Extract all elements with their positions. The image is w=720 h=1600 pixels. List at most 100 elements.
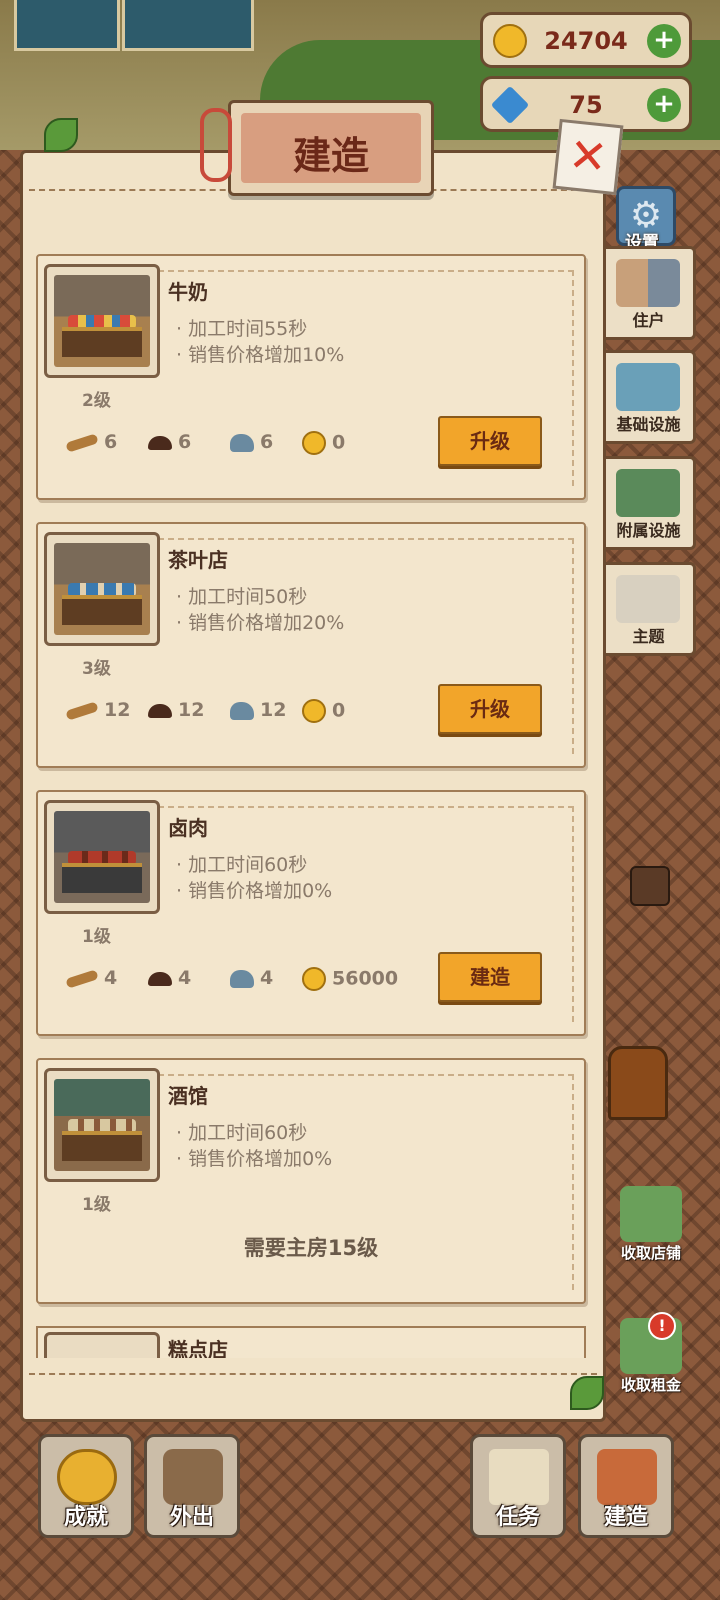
building-stat: · 加工时间55秒 bbox=[176, 318, 308, 340]
residents-label: 住户 bbox=[632, 311, 665, 330]
theme-label: 主题 bbox=[632, 627, 665, 646]
building-thumbnail bbox=[44, 1068, 160, 1182]
traveler-icon bbox=[163, 1449, 223, 1505]
coin-cost: 0 bbox=[302, 431, 345, 457]
basic-facilities-button[interactable]: 基础设施 bbox=[604, 350, 696, 444]
residents-button[interactable]: 住户 bbox=[604, 246, 696, 340]
upgrade-button[interactable]: 升级 bbox=[438, 416, 542, 466]
collect-rent-label: 收取租金 bbox=[620, 1376, 681, 1394]
building-stat: · 销售价格增加0% bbox=[176, 880, 333, 902]
dirt-icon bbox=[148, 971, 172, 986]
building-stat: · 加工时间50秒 bbox=[176, 586, 308, 608]
vine-decoration bbox=[570, 1376, 604, 1410]
build-nav-button[interactable]: 建造 bbox=[578, 1434, 674, 1538]
dirt-cost: 12 bbox=[148, 699, 204, 725]
basic-facilities-label: 基础设施 bbox=[616, 415, 681, 434]
coin-icon bbox=[302, 431, 326, 455]
add-gems-button[interactable]: + bbox=[647, 88, 681, 122]
wood-cost: 4 bbox=[65, 967, 117, 993]
building-name: 茶叶店 bbox=[168, 548, 228, 572]
dirt-cost: 6 bbox=[148, 431, 191, 457]
building-card-milk: 牛奶 · 加工时间55秒 · 销售价格增加10% 2级 6 6 6 0 升级 bbox=[36, 254, 586, 500]
tasks-label: 任务 bbox=[495, 1505, 540, 1530]
auxiliary-facilities-button[interactable]: 附属设施 bbox=[604, 456, 696, 550]
stone-cost: 4 bbox=[230, 967, 273, 993]
building-stat: · 销售价格增加0% bbox=[176, 1148, 333, 1170]
wood-cost: 6 bbox=[65, 431, 117, 457]
building-card-tea-shop: 茶叶店 · 加工时间50秒 · 销售价格增加20% 3级 12 12 12 0 … bbox=[36, 522, 586, 768]
requirement-text: 需要主房15级 bbox=[243, 1236, 379, 1260]
go-out-label: 外出 bbox=[169, 1505, 214, 1530]
building-level: 3级 bbox=[82, 659, 111, 679]
vine-decoration bbox=[44, 118, 78, 152]
wood-cost: 12 bbox=[65, 699, 130, 725]
achievements-label: 成就 bbox=[63, 1505, 108, 1530]
close-icon: ✕ bbox=[566, 127, 611, 185]
dirt-icon bbox=[148, 703, 172, 718]
house-icon bbox=[597, 1449, 657, 1505]
collect-rent-button[interactable]: 收取租金 ! bbox=[606, 1312, 696, 1395]
wall-poster bbox=[122, 0, 254, 51]
building-thumbnail bbox=[44, 800, 160, 914]
building-stat: · 销售价格增加20% bbox=[176, 612, 345, 634]
stone-icon bbox=[230, 701, 254, 720]
panel-title: 建造 bbox=[292, 134, 369, 178]
go-out-button[interactable]: 外出 bbox=[144, 1434, 240, 1538]
facility-icon bbox=[616, 363, 680, 411]
building-name: 牛奶 bbox=[168, 280, 208, 304]
dirt-icon bbox=[148, 435, 172, 450]
coin-cost: 0 bbox=[302, 699, 345, 725]
coin-cost: 56000 bbox=[302, 967, 398, 993]
lantern-decoration bbox=[630, 866, 670, 906]
collect-shop-label: 收取店铺 bbox=[620, 1244, 681, 1262]
add-gold-button[interactable]: + bbox=[647, 24, 681, 58]
building-stat: · 销售价格增加10% bbox=[176, 344, 345, 366]
build-button[interactable]: 建造 bbox=[438, 952, 542, 1002]
wood-icon bbox=[65, 968, 99, 989]
wood-icon bbox=[65, 432, 99, 453]
scroll-icon bbox=[489, 1449, 549, 1505]
building-name: 酒馆 bbox=[168, 1084, 208, 1108]
theme-button[interactable]: 主题 bbox=[604, 562, 696, 656]
panel-title-tag: 建造 bbox=[228, 100, 434, 196]
building-stat: · 加工时间60秒 bbox=[176, 854, 308, 876]
achievements-button[interactable]: 成就 bbox=[38, 1434, 134, 1538]
coin-icon bbox=[302, 699, 326, 723]
close-button[interactable]: ✕ bbox=[552, 118, 624, 196]
stone-icon bbox=[230, 433, 254, 452]
building-card-partial: 糕点店 bbox=[36, 1326, 586, 1358]
coin-icon bbox=[302, 967, 326, 991]
building-level: 1级 bbox=[82, 1195, 111, 1215]
building-level: 2级 bbox=[82, 391, 111, 411]
cash-stack-icon bbox=[620, 1186, 682, 1242]
medal-icon bbox=[57, 1449, 117, 1505]
residents-icon bbox=[616, 259, 680, 307]
wood-icon bbox=[65, 700, 99, 721]
build-nav-label: 建造 bbox=[603, 1505, 648, 1530]
upgrade-button[interactable]: 升级 bbox=[438, 684, 542, 734]
truck-icon bbox=[616, 469, 680, 517]
tasks-button[interactable]: 任务 bbox=[470, 1434, 566, 1538]
gold-coin-icon bbox=[493, 24, 527, 58]
building-name: 卤肉 bbox=[168, 816, 208, 840]
stone-cost: 6 bbox=[230, 431, 273, 457]
gem-icon bbox=[490, 85, 530, 125]
building-thumbnail bbox=[44, 264, 160, 378]
building-card-braised-meat: 卤肉 · 加工时间60秒 · 销售价格增加0% 1级 4 4 4 56000 建… bbox=[36, 790, 586, 1036]
building-thumbnail bbox=[44, 532, 160, 646]
treasure-chest-icon[interactable] bbox=[608, 1046, 668, 1120]
collect-shop-button[interactable]: 收取店铺 bbox=[606, 1186, 696, 1263]
gold-value: 24704 bbox=[544, 27, 628, 55]
building-name: 糕点店 bbox=[168, 1338, 228, 1358]
wall-poster bbox=[14, 0, 120, 51]
building-card-tavern: 酒馆 · 加工时间60秒 · 销售价格增加0% 1级 需要主房15级 bbox=[36, 1058, 586, 1304]
building-level: 1级 bbox=[82, 927, 111, 947]
dirt-cost: 4 bbox=[148, 967, 191, 993]
auxiliary-facilities-label: 附属设施 bbox=[616, 521, 681, 540]
paperclip-icon bbox=[200, 108, 232, 182]
stone-cost: 12 bbox=[230, 699, 286, 725]
gold-counter: 24704 + bbox=[480, 12, 692, 68]
building-thumbnail bbox=[44, 1332, 160, 1358]
stone-icon bbox=[230, 969, 254, 988]
building-stat: · 加工时间60秒 bbox=[176, 1122, 308, 1144]
